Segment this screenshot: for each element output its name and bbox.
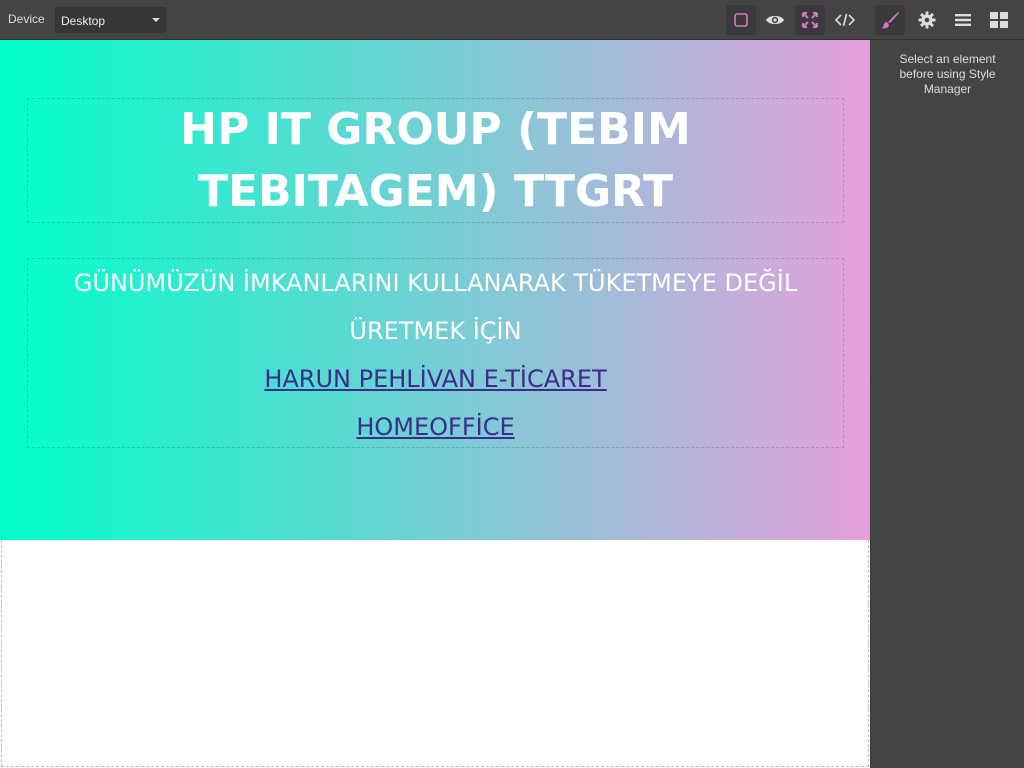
blocks-button[interactable] [984,5,1014,35]
link-homeoffice[interactable]: HOMEOFFİCE [28,403,843,451]
sw-visibility-button[interactable] [726,5,756,35]
fullscreen-icon [802,12,818,28]
paint-brush-icon [881,12,899,29]
hamburger-menu-icon [955,14,971,26]
eye-icon [766,15,784,25]
preview-button[interactable] [760,5,790,35]
title-container[interactable]: HP IT GROUP (TEBIM TEBITAGEM) TTGRT [27,98,844,223]
device-select-value: Desktop [61,14,106,28]
subtitle-container[interactable]: GÜNÜMÜZÜN İMKANLARINI KULLANARAK TÜKETME… [27,258,844,448]
subtitle-text[interactable]: GÜNÜMÜZÜN İMKANLARINI KULLANARAK TÜKETME… [28,259,843,355]
settings-button[interactable] [912,5,942,35]
panel-message: Select an element before using Style Man… [899,52,996,96]
device-label: Device [8,12,45,26]
chevron-down-icon [152,18,160,22]
code-icon [835,13,855,27]
fullscreen-button[interactable] [795,5,825,35]
square-outline-icon [734,13,748,27]
device-select[interactable]: Desktop [55,7,166,33]
grid-blocks-icon [990,12,1008,28]
editor-canvas[interactable]: HP IT GROUP (TEBIM TEBITAGEM) TTGRT GÜNÜ… [0,40,870,768]
empty-section[interactable] [1,540,869,767]
page-title[interactable]: HP IT GROUP (TEBIM TEBITAGEM) TTGRT [28,99,843,223]
style-manager-panel: Select an element before using Style Man… [870,40,1024,768]
editor-topbar: Device Desktop [0,0,1024,40]
code-button[interactable] [830,5,860,35]
hero-section[interactable]: HP IT GROUP (TEBIM TEBITAGEM) TTGRT GÜNÜ… [0,40,870,540]
layer-manager-button[interactable] [948,5,978,35]
gear-icon [918,11,936,29]
style-manager-button[interactable] [875,5,905,35]
link-eticaret[interactable]: HARUN PEHLİVAN E-TİCARET [28,355,843,403]
